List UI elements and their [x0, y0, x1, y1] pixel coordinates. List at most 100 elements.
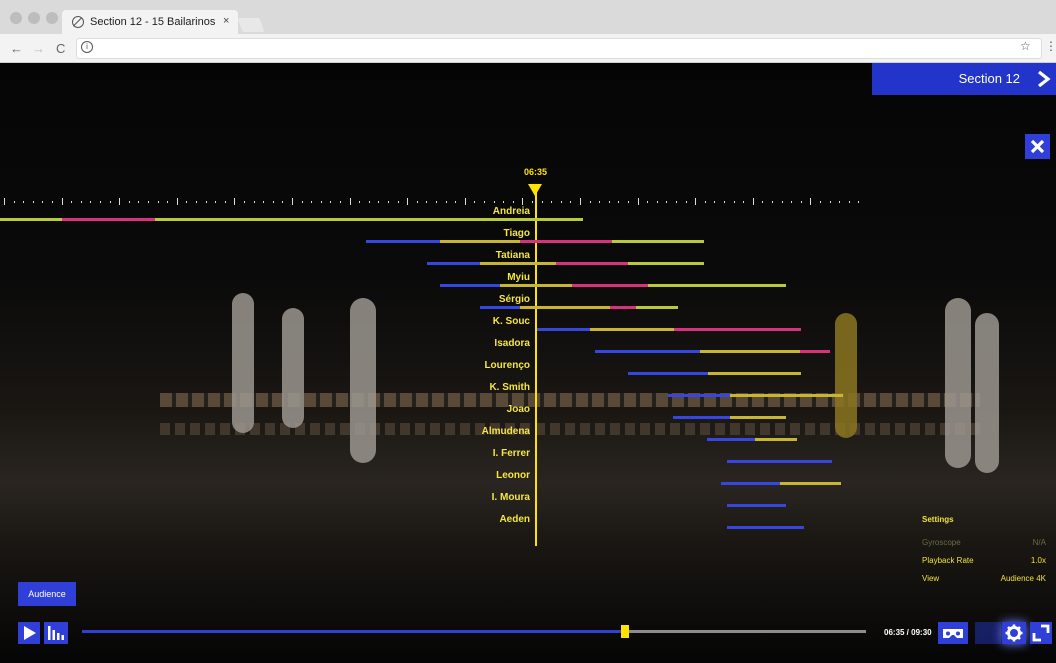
section-button[interactable]: Section 12 [872, 63, 1032, 95]
dancer-timeline-segment [590, 328, 674, 331]
ruler-tick [445, 201, 447, 203]
ruler-tick [522, 198, 524, 205]
dancer-timeline-segment [537, 328, 590, 331]
ruler-tick [330, 201, 332, 203]
ruler-tick [676, 201, 677, 203]
ruler-tick [301, 201, 303, 203]
browser-menu-icon[interactable]: ⋮ [1045, 39, 1056, 53]
settings-title: Settings [922, 515, 954, 524]
ruler-tick [359, 201, 361, 203]
dancer-name: Leonor [496, 470, 530, 481]
audience-view-button[interactable]: Audience [18, 582, 76, 606]
new-tab-button[interactable] [237, 18, 265, 32]
ruler-tick [695, 198, 697, 205]
ruler-tick [647, 201, 649, 203]
bookmark-star-icon[interactable]: ☆ [1020, 39, 1031, 53]
ruler-tick [637, 198, 639, 205]
dancer-timeline-segment [800, 350, 830, 353]
ruler-tick [378, 201, 380, 203]
dancer-timeline-segment [500, 284, 572, 287]
seek-handle[interactable] [621, 625, 629, 638]
dancer-name: Tiago [503, 228, 530, 239]
settings-button[interactable] [1002, 622, 1026, 644]
ruler-tick [436, 201, 437, 203]
vr-mode-button[interactable] [938, 622, 968, 644]
settings-row-value[interactable]: 1.0x [1031, 556, 1046, 565]
close-icon [1030, 139, 1045, 154]
settings-row-value[interactable]: N/A [1033, 538, 1046, 547]
ruler-tick [138, 201, 140, 203]
fullscreen-button[interactable] [1030, 622, 1052, 644]
ruler-tick [416, 201, 418, 203]
ruler-tick [532, 201, 533, 203]
dancer-timeline-segment [520, 240, 612, 243]
ruler-tick [752, 198, 754, 205]
play-button[interactable] [18, 622, 40, 644]
play-icon [24, 626, 36, 640]
ruler-tick [781, 201, 783, 203]
ruler-tick [829, 201, 831, 203]
dancer-timeline-segment [155, 218, 583, 221]
dancer-name: Joao [506, 404, 530, 415]
dancer-timeline-segment [721, 482, 780, 485]
ruler-tick [666, 201, 668, 203]
dancer-timeline-segment [440, 240, 520, 243]
ruler-tick [320, 201, 322, 203]
ruler-tick [32, 201, 34, 203]
ruler-tick [13, 201, 15, 203]
stage-footlights-lower [160, 423, 980, 435]
vr-headset-icon [943, 629, 963, 638]
gear-icon [1005, 624, 1023, 642]
ruler-tick [90, 201, 92, 203]
browser-tab[interactable]: Section 12 - 15 Bailarinos e Te × [62, 10, 238, 34]
ruler-tick [685, 201, 687, 203]
dancer-timeline-segment [556, 262, 628, 265]
ruler-tick [119, 198, 121, 205]
dancer-timeline-segment [668, 394, 730, 397]
ruler-tick [388, 201, 389, 203]
window-close-dot[interactable] [10, 12, 22, 24]
window-zoom-dot[interactable] [46, 12, 58, 24]
settings-row-label: View [922, 574, 940, 583]
dancer-timeline-segment [707, 438, 755, 441]
browser-tab-strip: Section 12 - 15 Bailarinos e Te × [0, 0, 1056, 34]
ruler-tick [791, 201, 793, 203]
ruler-tick [474, 201, 476, 203]
dancer-timeline-segment [0, 218, 62, 221]
tab-close-button[interactable]: × [223, 15, 229, 27]
ruler-tick [311, 201, 313, 203]
dancer-timeline-segment [727, 526, 804, 529]
ruler-tick [215, 201, 217, 203]
ruler-tick [455, 201, 457, 203]
back-button[interactable]: ← [10, 41, 23, 56]
stats-button[interactable] [44, 622, 68, 644]
ruler-tick [714, 201, 716, 203]
ruler-tick [704, 201, 706, 203]
ruler-tick [839, 201, 841, 203]
playhead-line [535, 190, 537, 546]
dancer-timeline-segment [480, 262, 556, 265]
settings-row-value[interactable]: Audience 4K [1001, 574, 1046, 583]
close-button[interactable] [1025, 134, 1050, 159]
forward-button[interactable]: → [32, 41, 45, 56]
dancer-timeline-segment [595, 350, 700, 353]
ruler-tick [820, 201, 821, 203]
settings-row-label: Gyroscope [922, 538, 961, 547]
ruler-tick [618, 201, 620, 203]
window-minimize-dot[interactable] [28, 12, 40, 24]
ruler-tick [493, 201, 495, 203]
site-info-icon[interactable]: i [81, 41, 93, 53]
ruler-tick [71, 201, 73, 203]
dancer-timeline-segment [648, 284, 786, 287]
dancer-figure [835, 313, 857, 438]
ruler-tick [810, 198, 812, 205]
fullscreen-icon [1032, 624, 1050, 642]
dancer-timeline-segment [700, 350, 800, 353]
ruler-tick [4, 198, 5, 205]
address-bar[interactable]: i [76, 38, 1042, 59]
minimap-button[interactable] [975, 622, 1001, 644]
next-section-button[interactable] [1032, 63, 1056, 95]
reload-button[interactable]: C [56, 41, 65, 56]
ruler-tick [800, 201, 802, 203]
ruler-tick [253, 201, 255, 203]
